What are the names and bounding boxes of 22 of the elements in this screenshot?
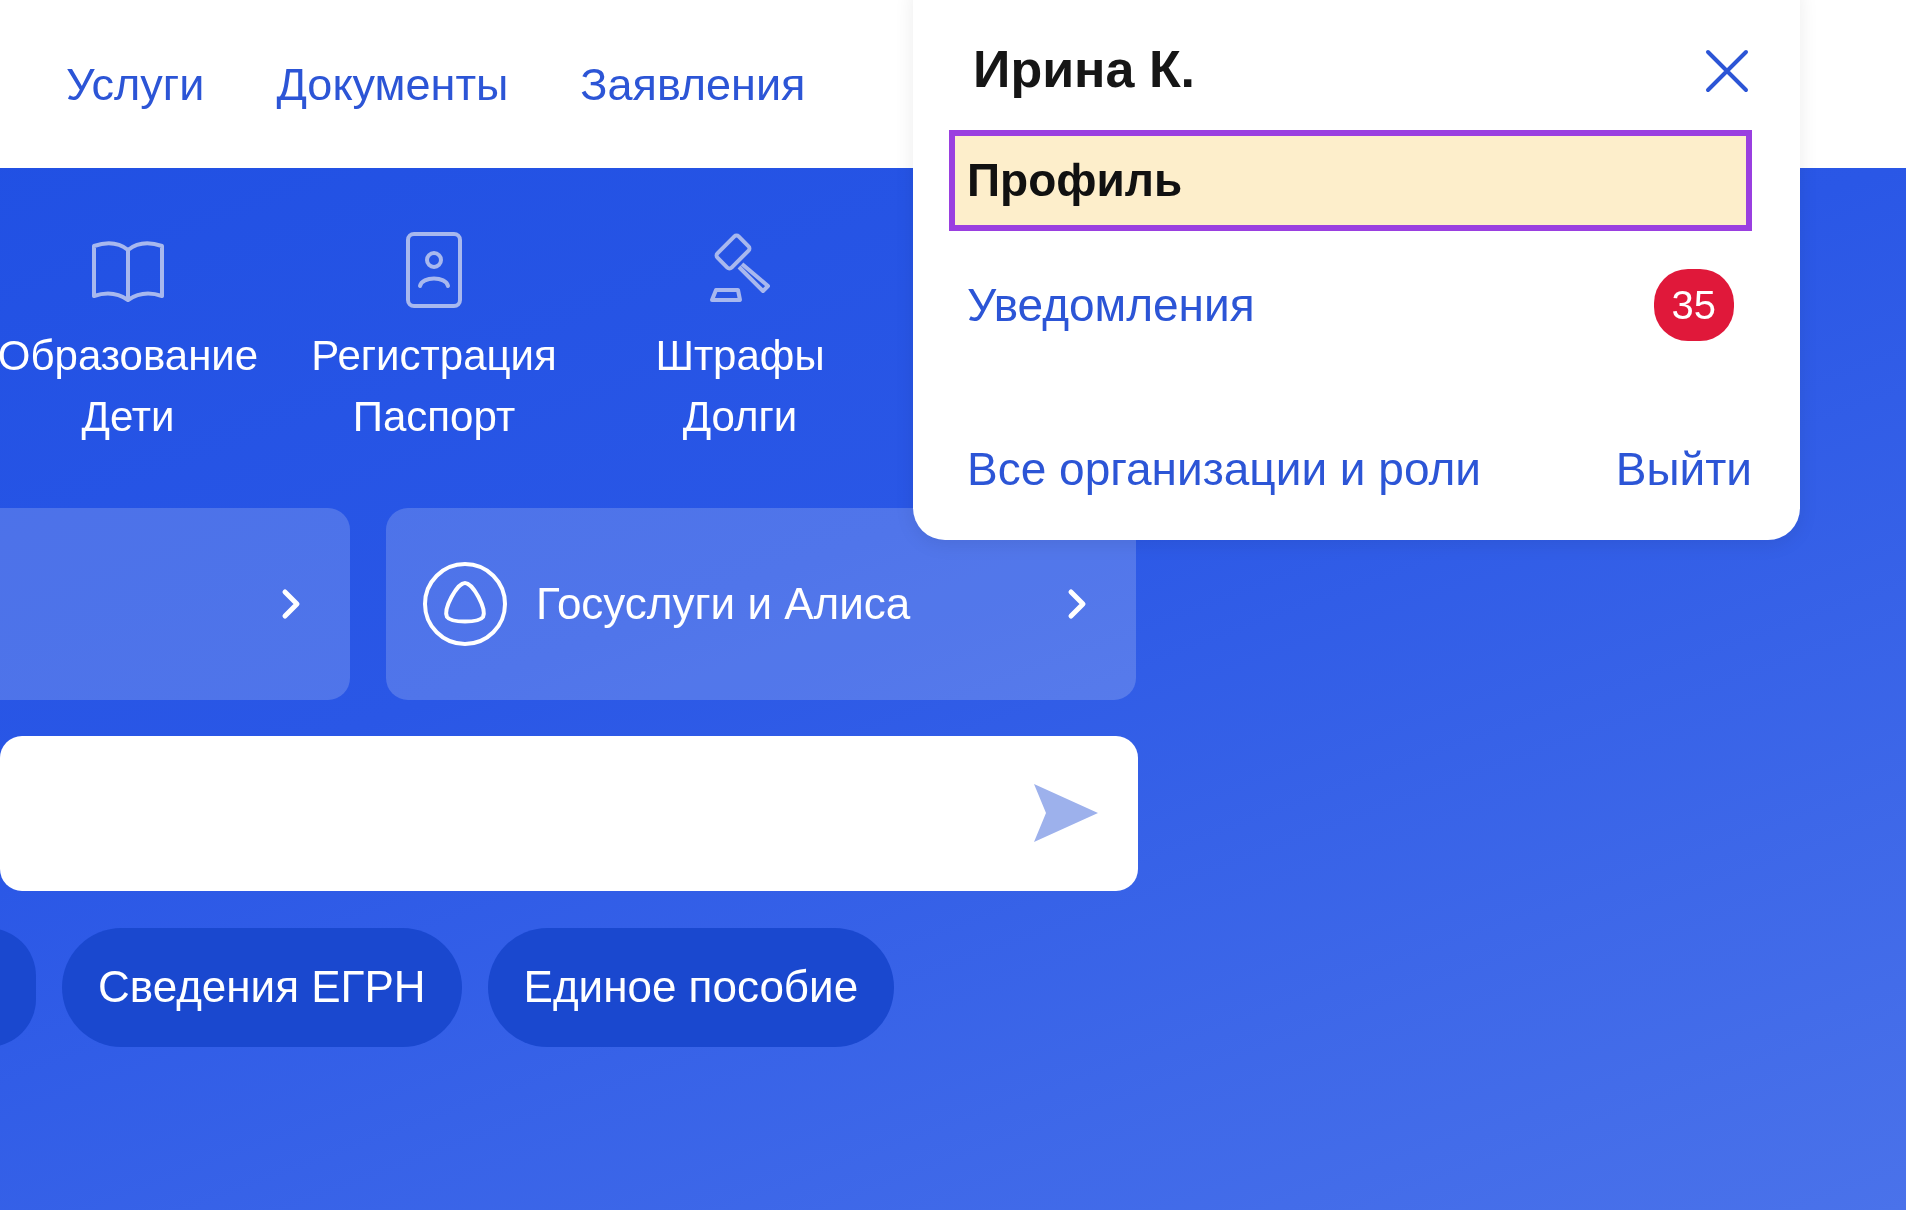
menu-link[interactable]: Выйти (1615, 435, 1752, 504)
category-link[interactable]: Долги (682, 386, 798, 448)
category-link[interactable]: Штрафы (655, 326, 825, 387)
assistant-logo-icon (422, 560, 508, 647)
menu-item[interactable]: Уведомления 35 (949, 253, 1752, 357)
nav-link[interactable]: Заявления (580, 61, 806, 107)
category-link[interactable]: Регистрация (311, 326, 557, 387)
menu-item[interactable]: Профиль (949, 130, 1752, 231)
card[interactable] (0, 507, 350, 700)
count-badge: 35 (1653, 269, 1734, 341)
category-link[interactable]: Паспорт (352, 386, 516, 448)
search-field[interactable] (0, 735, 1138, 891)
user-name: Ирина К. (973, 39, 1196, 100)
chip[interactable]: Единое пособие (487, 927, 895, 1047)
menu-link[interactable]: Все организации и роли (967, 435, 1482, 504)
card-title: Госуслуги и Алиса (536, 577, 911, 630)
chip[interactable]: Сведения ЕГРН (62, 927, 462, 1047)
card[interactable]: Госуслуги и Алиса (386, 507, 1136, 700)
nav-link[interactable]: Услуги (66, 61, 205, 107)
category-link[interactable]: Дети (81, 386, 175, 448)
category-link[interactable]: Образование (0, 326, 259, 387)
nav-link[interactable]: Документы (276, 61, 509, 107)
